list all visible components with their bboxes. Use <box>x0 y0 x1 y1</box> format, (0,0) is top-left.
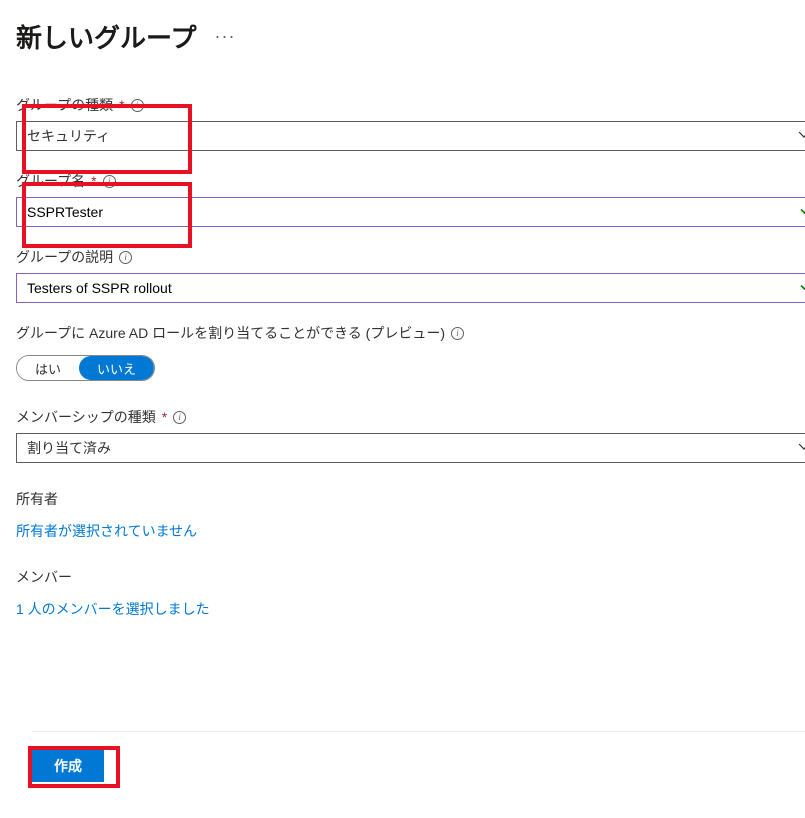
group-type-value: セキュリティ <box>27 126 110 146</box>
chevron-down-icon <box>798 440 805 456</box>
info-icon[interactable]: i <box>103 175 116 188</box>
azure-ad-roles-label: グループに Azure AD ロールを割り当てることができる (プレビュー) <box>16 323 445 343</box>
group-description-input[interactable] <box>16 273 805 303</box>
group-description-field: グループの説明 i <box>16 247 805 303</box>
check-icon <box>799 279 805 298</box>
membership-type-value: 割り当て済み <box>27 438 111 458</box>
azure-ad-roles-field: グループに Azure AD ロールを割り当てることができる (プレビュー) i… <box>16 323 805 381</box>
group-name-field: グループ名 * i <box>16 171 805 227</box>
chevron-down-icon <box>798 128 805 144</box>
create-button[interactable]: 作成 <box>32 750 104 782</box>
page-title: 新しいグループ <box>16 18 196 55</box>
membership-type-field: メンバーシップの種類 * i 割り当て済み <box>16 407 805 463</box>
toggle-no[interactable]: いいえ <box>79 356 154 380</box>
members-heading: メンバー <box>16 567 805 587</box>
group-type-label: グループの種類 <box>16 95 113 115</box>
owners-heading: 所有者 <box>16 489 805 509</box>
group-type-field: グループの種類 * i セキュリティ <box>16 95 805 151</box>
more-actions-button[interactable]: ··· <box>214 26 235 47</box>
check-icon <box>799 203 805 222</box>
required-star: * <box>162 409 167 425</box>
footer-divider <box>32 731 805 732</box>
group-name-input[interactable] <box>16 197 805 227</box>
info-icon[interactable]: i <box>119 251 132 264</box>
members-link[interactable]: 1 人のメンバーを選択しました <box>16 599 805 619</box>
required-star: * <box>91 173 96 189</box>
info-icon[interactable]: i <box>173 411 186 424</box>
group-description-label: グループの説明 <box>16 247 113 267</box>
group-name-label: グループ名 <box>16 171 85 191</box>
azure-ad-roles-toggle: はい いいえ <box>16 355 155 381</box>
toggle-yes[interactable]: はい <box>17 356 79 380</box>
membership-type-label: メンバーシップの種類 <box>16 407 156 427</box>
info-icon[interactable]: i <box>451 327 464 340</box>
group-type-dropdown[interactable]: セキュリティ <box>16 121 805 151</box>
required-star: * <box>119 97 124 113</box>
owners-link[interactable]: 所有者が選択されていません <box>16 521 805 541</box>
info-icon[interactable]: i <box>131 99 144 112</box>
membership-type-dropdown[interactable]: 割り当て済み <box>16 433 805 463</box>
